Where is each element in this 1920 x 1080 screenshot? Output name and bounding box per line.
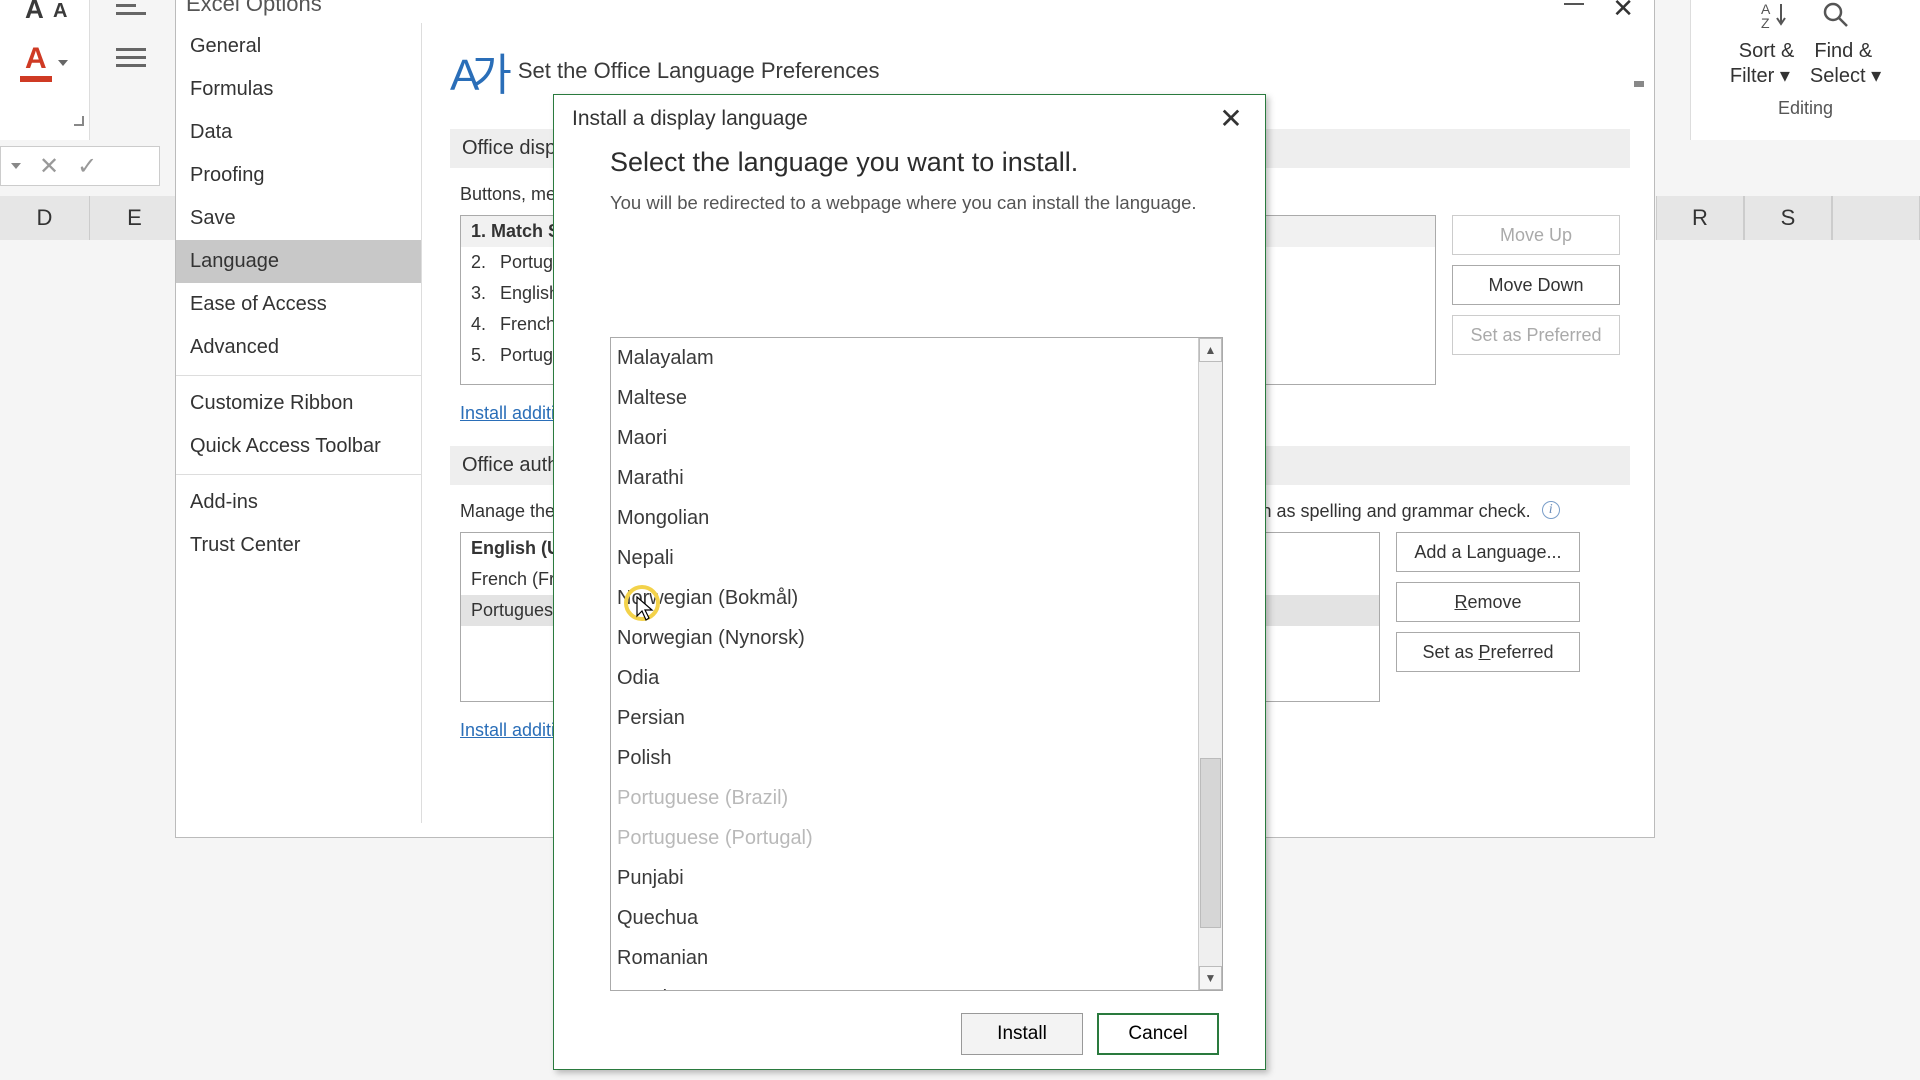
font-color-dropdown-icon[interactable] [58,60,68,66]
scroll-up-icon[interactable]: ▲ [1199,338,1222,362]
col-header-blank[interactable] [1832,196,1920,240]
options-category-general[interactable]: General [176,25,421,68]
info-icon-2[interactable]: i [1542,501,1560,519]
editing-group-label: Editing [1701,98,1910,119]
options-category-language[interactable]: Language [176,240,421,283]
ribbon-editing-group: AZ Sort & Find & Filter ▾ Select ▾ Editi… [1690,0,1920,140]
col-header-e[interactable]: E [90,196,180,240]
increase-font-icon[interactable]: A [25,0,44,25]
options-category-ease-of-access[interactable]: Ease of Access [176,283,421,326]
col-header-r[interactable]: R [1656,196,1744,240]
install-language-item[interactable]: Nepali [611,538,1198,578]
install-language-item[interactable]: Romanian [611,938,1198,978]
font-group-launcher-icon[interactable] [74,116,84,126]
col-header-d[interactable]: D [0,196,90,240]
find-select-icon [1821,0,1851,36]
install-language-item[interactable]: Odia [611,658,1198,698]
options-category-quick-access-toolbar[interactable]: Quick Access Toolbar [176,425,421,468]
find-select-label-2[interactable]: Select ▾ [1810,63,1881,88]
options-category-add-ins[interactable]: Add-ins [176,481,421,524]
install-language-item[interactable]: Malayalam [611,338,1198,378]
move-down-button[interactable]: Move Down [1452,265,1620,305]
align-top-icon[interactable] [116,0,146,20]
options-category-sidebar: GeneralFormulasDataProofingSaveLanguageE… [176,23,422,823]
options-category-data[interactable]: Data [176,111,421,154]
install-dialog-title: Install a display language [554,95,1265,141]
col-header-s[interactable]: S [1744,196,1832,240]
formula-bar-controls: ✕ ✓ [0,146,160,186]
content-scrollbar[interactable] [1634,81,1644,87]
cancel-entry-icon[interactable]: ✕ [39,152,59,181]
install-button[interactable]: Install [961,1013,1083,1055]
options-category-formulas[interactable]: Formulas [176,68,421,111]
install-language-listbox[interactable]: MalayalamMalteseMaoriMarathiMongolianNep… [611,338,1198,990]
decrease-font-icon[interactable]: A [53,0,67,23]
svg-text:Z: Z [1761,15,1770,30]
namebox-dropdown-icon[interactable] [11,163,21,169]
set-preferred-authoring-button[interactable]: Set as Preferred [1396,632,1580,672]
install-language-item[interactable]: Norwegian (Nynorsk) [611,618,1198,658]
confirm-entry-icon[interactable]: ✓ [77,152,97,181]
install-language-item: Portuguese (Brazil) [611,778,1198,818]
language-heading-icon: A가 [450,39,504,103]
options-dialog-title: Excel Options [186,0,322,17]
ribbon-font-group: A A A [0,0,90,140]
options-help-icon[interactable] [1564,3,1584,5]
scroll-thumb[interactable] [1200,758,1221,928]
sort-filter-icon: AZ [1761,0,1795,36]
options-category-save[interactable]: Save [176,197,421,240]
options-category-advanced[interactable]: Advanced [176,326,421,369]
install-language-item[interactable]: Marathi [611,458,1198,498]
install-language-item: Portuguese (Portugal) [611,818,1198,858]
set-preferred-button[interactable]: Set as Preferred [1452,315,1620,355]
install-language-item[interactable]: Quechua [611,898,1198,938]
install-language-item[interactable]: Punjabi [611,858,1198,898]
find-select-label-1[interactable]: Find & [1814,40,1872,63]
column-headers-left: D E [0,196,180,240]
add-language-button[interactable]: Add a Language... [1396,532,1580,572]
scroll-down-icon[interactable]: ▼ [1199,966,1222,990]
install-language-dialog: Install a display language ✕ Select the … [553,94,1266,1070]
move-up-button[interactable]: Move Up [1452,215,1620,255]
options-category-proofing[interactable]: Proofing [176,154,421,197]
install-language-item[interactable]: Norwegian (Bokmål) [611,578,1198,618]
remove-language-button[interactable]: Remove [1396,582,1580,622]
font-color-icon[interactable]: A [25,42,47,76]
sort-filter-label-1[interactable]: Sort & [1739,40,1795,63]
options-category-customize-ribbon[interactable]: Customize Ribbon [176,382,421,425]
install-language-item[interactable]: Persian [611,698,1198,738]
cancel-button[interactable]: Cancel [1097,1013,1219,1055]
align-left-icon[interactable] [116,48,146,72]
install-language-item[interactable]: Polish [611,738,1198,778]
install-language-item[interactable]: Mongolian [611,498,1198,538]
ribbon-align-group [100,0,170,80]
install-language-item[interactable]: Maltese [611,378,1198,418]
install-dialog-subtext: You will be redirected to a webpage wher… [554,186,1265,224]
sort-filter-label-2[interactable]: Filter ▾ [1730,63,1790,88]
options-category-trust-center[interactable]: Trust Center [176,524,421,567]
install-list-scrollbar[interactable]: ▲ ▼ [1198,338,1222,990]
font-color-bar [20,76,52,82]
install-language-item[interactable]: Maori [611,418,1198,458]
column-headers-right: R S [1656,196,1920,240]
install-dialog-heading: Select the language you want to install. [554,141,1265,186]
install-language-item[interactable]: Russian [611,978,1198,990]
install-dialog-close-icon[interactable]: ✕ [1211,105,1251,137]
language-heading: Set the Office Language Preferences [518,58,880,84]
